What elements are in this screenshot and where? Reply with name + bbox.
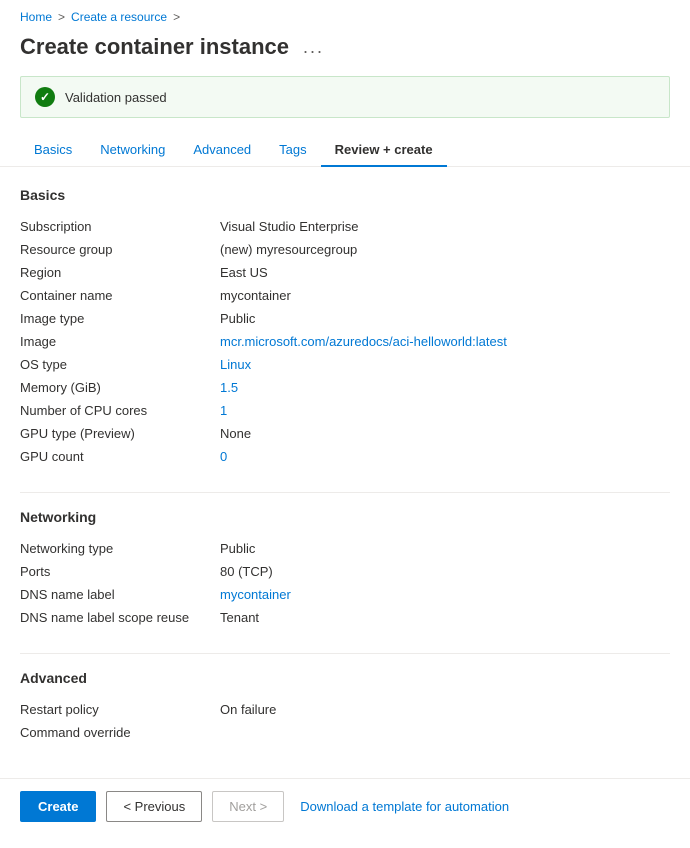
net-dns-scope-label: DNS name label scope reuse — [20, 606, 220, 629]
section-title-networking: Networking — [20, 509, 670, 525]
main-content: Basics Subscription Visual Studio Enterp… — [0, 187, 690, 848]
basics-container-name-label: Container name — [20, 284, 220, 307]
basics-subscription-label: Subscription — [20, 215, 220, 238]
table-row: Region East US — [20, 261, 670, 284]
table-row: Ports 80 (TCP) — [20, 560, 670, 583]
table-row: Command override — [20, 721, 670, 744]
adv-command-label: Command override — [20, 721, 220, 744]
breadcrumb: Home > Create a resource > — [0, 0, 690, 30]
basics-gpu-type-value: None — [220, 422, 670, 445]
basics-region-value: East US — [220, 261, 670, 284]
basics-os-type-value: Linux — [220, 353, 670, 376]
basics-subscription-value: Visual Studio Enterprise — [220, 215, 670, 238]
basics-os-type-label: OS type — [20, 353, 220, 376]
next-button: Next > — [212, 791, 284, 822]
basics-memory-value: 1.5 — [220, 376, 670, 399]
net-type-label: Networking type — [20, 537, 220, 560]
basics-container-name-value: mycontainer — [220, 284, 670, 307]
table-row: OS type Linux — [20, 353, 670, 376]
table-row: Subscription Visual Studio Enterprise — [20, 215, 670, 238]
basics-gpu-count-label: GPU count — [20, 445, 220, 468]
net-type-value: Public — [220, 537, 670, 560]
net-ports-label: Ports — [20, 560, 220, 583]
basics-resource-group-label: Resource group — [20, 238, 220, 261]
basics-os-type-link[interactable]: Linux — [220, 357, 251, 372]
table-row: Restart policy On failure — [20, 698, 670, 721]
section-title-basics: Basics — [20, 187, 670, 203]
basics-cpu-label: Number of CPU cores — [20, 399, 220, 422]
basics-memory-link[interactable]: 1.5 — [220, 380, 238, 395]
page-title: Create container instance — [20, 34, 289, 60]
basics-image-link[interactable]: mcr.microsoft.com/azuredocs/aci-hellowor… — [220, 334, 507, 349]
breadcrumb-create-resource[interactable]: Create a resource — [71, 10, 167, 24]
table-row: GPU count 0 — [20, 445, 670, 468]
tab-networking[interactable]: Networking — [86, 134, 179, 167]
table-row: Resource group (new) myresourcegroup — [20, 238, 670, 261]
table-row: DNS name label scope reuse Tenant — [20, 606, 670, 629]
table-row: Image mcr.microsoft.com/azuredocs/aci-he… — [20, 330, 670, 353]
basics-table: Subscription Visual Studio Enterprise Re… — [20, 215, 670, 468]
net-dns-scope-value: Tenant — [220, 606, 670, 629]
net-dns-value: mycontainer — [220, 583, 670, 606]
table-row: DNS name label mycontainer — [20, 583, 670, 606]
basics-cpu-link[interactable]: 1 — [220, 403, 227, 418]
advanced-table: Restart policy On failure Command overri… — [20, 698, 670, 744]
adv-restart-value: On failure — [220, 698, 670, 721]
previous-button[interactable]: < Previous — [106, 791, 202, 822]
basics-memory-label: Memory (GiB) — [20, 376, 220, 399]
basics-resource-group-value: (new) myresourcegroup — [220, 238, 670, 261]
breadcrumb-sep2: > — [173, 10, 180, 24]
validation-text: Validation passed — [65, 90, 167, 105]
table-row: Memory (GiB) 1.5 — [20, 376, 670, 399]
divider-networking — [20, 492, 670, 493]
divider-advanced — [20, 653, 670, 654]
networking-table: Networking type Public Ports 80 (TCP) DN… — [20, 537, 670, 629]
table-row: Image type Public — [20, 307, 670, 330]
tab-advanced[interactable]: Advanced — [179, 134, 265, 167]
table-row: Networking type Public — [20, 537, 670, 560]
breadcrumb-sep1: > — [58, 10, 65, 24]
basics-region-label: Region — [20, 261, 220, 284]
ellipsis-button[interactable]: ... — [299, 37, 328, 58]
basics-image-value: mcr.microsoft.com/azuredocs/aci-hellowor… — [220, 330, 670, 353]
adv-restart-label: Restart policy — [20, 698, 220, 721]
validation-banner: Validation passed — [20, 76, 670, 118]
tab-basics[interactable]: Basics — [20, 134, 86, 167]
breadcrumb-home[interactable]: Home — [20, 10, 52, 24]
basics-gpu-count-link[interactable]: 0 — [220, 449, 227, 464]
table-row: GPU type (Preview) None — [20, 422, 670, 445]
tab-tags[interactable]: Tags — [265, 134, 320, 167]
tab-review-create[interactable]: Review + create — [321, 134, 447, 167]
section-title-advanced: Advanced — [20, 670, 670, 686]
net-dns-link[interactable]: mycontainer — [220, 587, 291, 602]
tabs-container: Basics Networking Advanced Tags Review +… — [0, 134, 690, 167]
basics-gpu-type-label: GPU type (Preview) — [20, 422, 220, 445]
net-dns-label: DNS name label — [20, 583, 220, 606]
basics-cpu-value: 1 — [220, 399, 670, 422]
net-ports-value: 80 (TCP) — [220, 560, 670, 583]
basics-image-label: Image — [20, 330, 220, 353]
download-template-link[interactable]: Download a template for automation — [300, 799, 509, 814]
basics-gpu-count-value: 0 — [220, 445, 670, 468]
adv-command-value — [220, 721, 670, 744]
footer: Create < Previous Next > Download a temp… — [0, 778, 690, 834]
table-row: Container name mycontainer — [20, 284, 670, 307]
basics-image-type-label: Image type — [20, 307, 220, 330]
validation-check-icon — [35, 87, 55, 107]
create-button[interactable]: Create — [20, 791, 96, 822]
table-row: Number of CPU cores 1 — [20, 399, 670, 422]
page-title-row: Create container instance ... — [0, 30, 690, 76]
basics-image-type-value: Public — [220, 307, 670, 330]
